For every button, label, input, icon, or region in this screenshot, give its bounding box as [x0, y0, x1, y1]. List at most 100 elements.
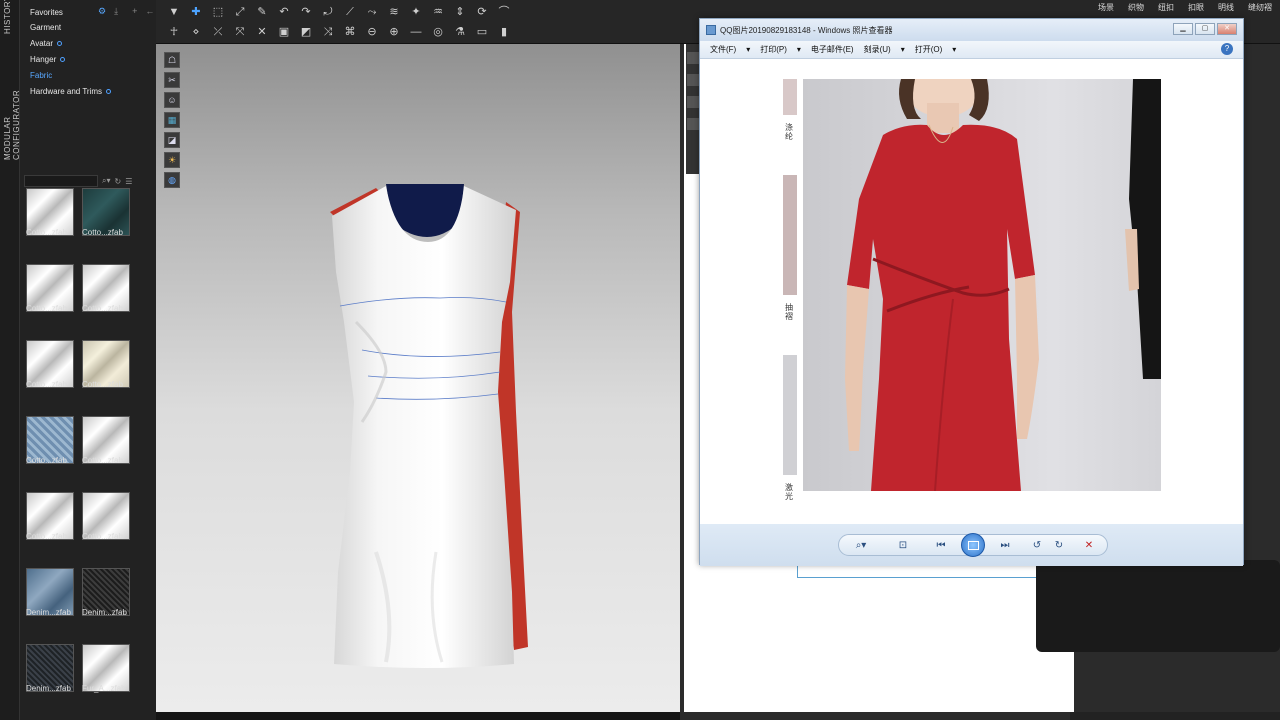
pattern-tool-icon[interactable]	[687, 74, 699, 86]
menu-scene[interactable]: 场景	[1098, 2, 1114, 13]
fabric-thumbnail-label: Cotto...zfab	[82, 228, 123, 237]
show-avatar-icon[interactable]: ☖	[164, 52, 180, 68]
previous-icon[interactable]: ⏮	[933, 538, 949, 554]
menu-burn[interactable]: 刻录(U)	[864, 44, 891, 55]
redo-icon[interactable]: ↷	[298, 4, 314, 20]
menu-button[interactable]: 纽扣	[1158, 2, 1174, 13]
menu-buttonhole[interactable]: 扣眼	[1188, 2, 1204, 13]
lighting-icon[interactable]: ☀	[164, 152, 180, 168]
pattern-tool-icon[interactable]	[687, 118, 699, 130]
button-icon[interactable]: ⊖	[364, 24, 380, 40]
topstitch-icon[interactable]: ◎	[430, 24, 446, 40]
avatar-display-icon[interactable]: ☺	[164, 92, 180, 108]
rotate-left-icon[interactable]: ↺	[1029, 538, 1045, 554]
menu-shirring[interactable]: 缝纫褶	[1248, 2, 1272, 13]
fabric-thumbnail-label: Cotto...zfab	[82, 456, 123, 465]
minimize-button[interactable]: ▁	[1173, 23, 1193, 35]
library-download-icon[interactable]: ⤓	[114, 6, 118, 17]
segment-sew-icon[interactable]: ⤧	[232, 24, 248, 40]
menu-file[interactable]: 文件(F)	[710, 44, 736, 55]
settings-dot-icon[interactable]	[106, 89, 112, 94]
mesh-display-icon[interactable]: ◪	[164, 132, 180, 148]
transform-icon[interactable]: ⤢	[232, 4, 248, 20]
pattern-tool-icon[interactable]	[687, 52, 699, 64]
arrange-icon[interactable]: ⤾	[320, 4, 336, 20]
search-icon[interactable]: ⌕▾	[102, 176, 111, 186]
edit-pattern-icon[interactable]: ✎	[254, 4, 270, 20]
slideshow-button[interactable]	[961, 533, 985, 557]
free-sew-icon[interactable]: ✕	[254, 24, 270, 40]
chevron-down-icon[interactable]: ▾	[797, 45, 801, 54]
refresh-icon[interactable]: ↻	[115, 177, 122, 186]
box-select-icon[interactable]: ⬚	[210, 4, 226, 20]
library-item-garment[interactable]: Garment	[30, 23, 61, 32]
tab-history[interactable]: HISTORY	[3, 0, 12, 34]
dress-3d-model[interactable]	[316, 172, 536, 672]
red-dress-reference-photo	[803, 79, 1161, 491]
maximize-button[interactable]: ▢	[1195, 23, 1215, 35]
menu-topstitch[interactable]: 明线	[1218, 2, 1234, 13]
pattern-piece-icon[interactable]: ▣	[276, 24, 292, 40]
photo-viewer-app-icon	[706, 25, 716, 35]
texture-display-icon[interactable]: ▦	[164, 112, 180, 128]
fold-icon[interactable]: ⤳	[364, 4, 380, 20]
stretch-icon[interactable]: ⤨	[320, 24, 336, 40]
menu-open[interactable]: 打开(O)	[915, 44, 943, 55]
strip-text: 激光	[785, 483, 793, 501]
pleat-icon[interactable]: ♒	[430, 4, 446, 20]
fabric-icon[interactable]: ▮	[496, 24, 512, 40]
photo-viewer-titlebar[interactable]: QQ图片20190829183148 - Windows 照片查看器 ▁ ▢ ✕	[700, 19, 1243, 41]
zipper-icon[interactable]: —	[408, 24, 424, 40]
tack-icon[interactable]: ✦	[408, 4, 424, 20]
viewport-status-bar	[156, 712, 680, 720]
library-search-input[interactable]	[24, 175, 98, 187]
next-icon[interactable]: ⏭	[997, 538, 1013, 554]
tab-modular-configurator[interactable]: MODULAR CONFIGURATOR	[3, 50, 21, 160]
buttonhole-icon[interactable]: ⊕	[386, 24, 402, 40]
rotate-right-icon[interactable]: ↻	[1051, 538, 1067, 554]
show-garment-icon[interactable]: ✂	[164, 72, 180, 88]
simulate-icon[interactable]: ⟳	[474, 4, 490, 20]
chevron-down-icon[interactable]: ▾	[952, 45, 956, 54]
delete-icon[interactable]: ✕	[1081, 538, 1097, 554]
library-item-hardware-and-trims[interactable]: Hardware and Trims	[30, 87, 112, 96]
select-mesh-icon[interactable]: ▼	[166, 4, 182, 20]
settings-dot-icon[interactable]	[56, 41, 62, 46]
move-icon[interactable]: ✚	[188, 4, 204, 20]
library-item-fabric[interactable]: Fabric	[30, 71, 52, 80]
chevron-down-icon[interactable]: ▾	[746, 45, 750, 54]
3d-viewport[interactable]: ☖ ✂ ☺ ▦ ◪ ☀ ◍	[156, 44, 680, 712]
arrangement-icon[interactable]: ⋄	[188, 24, 204, 40]
close-button[interactable]: ✕	[1217, 23, 1237, 35]
graphic-icon[interactable]: ⚗	[452, 24, 468, 40]
chevron-down-icon[interactable]: ▾	[901, 45, 905, 54]
undo-icon[interactable]: ↶	[276, 4, 292, 20]
shrink-icon[interactable]: ◩	[298, 24, 314, 40]
menu-print[interactable]: 打印(P)	[760, 44, 787, 55]
tape-icon[interactable]: ⌒	[496, 4, 512, 20]
list-view-icon[interactable]: ☰	[125, 177, 132, 186]
menu-fabric[interactable]: 织物	[1128, 2, 1144, 13]
trace-icon[interactable]: ⌘	[342, 24, 358, 40]
zoom-icon[interactable]: ⌕▾	[853, 538, 869, 554]
library-item-avatar[interactable]: Avatar	[30, 39, 62, 48]
settings-dot-icon[interactable]	[60, 57, 66, 62]
library-item-favorites[interactable]: Favorites	[30, 8, 63, 17]
pin-icon[interactable]: ⟋	[342, 4, 358, 20]
menu-email[interactable]: 电子邮件(E)	[811, 44, 854, 55]
library-back-icon[interactable]: ←	[145, 6, 154, 17]
sew-icon[interactable]: ⤫	[210, 24, 226, 40]
library-item-hanger[interactable]: Hanger	[30, 55, 66, 64]
help-icon[interactable]: ?	[1221, 43, 1233, 55]
texture-icon[interactable]: ▭	[474, 24, 490, 40]
avatar-pose-icon[interactable]: ☥	[166, 24, 182, 40]
layer-icon[interactable]: ≋	[386, 4, 402, 20]
library-gear-icon[interactable]: ⚙	[98, 6, 106, 17]
photo-viewer-window[interactable]: QQ图片20190829183148 - Windows 照片查看器 ▁ ▢ ✕…	[699, 18, 1244, 566]
pattern-tool-icon[interactable]	[687, 96, 699, 108]
measure-icon[interactable]: ⇕	[452, 4, 468, 20]
actual-size-icon[interactable]: ⊡	[895, 538, 911, 554]
globe-icon[interactable]: ◍	[164, 172, 180, 188]
fabric-thumbnail-label: Cotto...zfab	[82, 304, 123, 313]
library-add-icon[interactable]: +	[132, 6, 137, 17]
